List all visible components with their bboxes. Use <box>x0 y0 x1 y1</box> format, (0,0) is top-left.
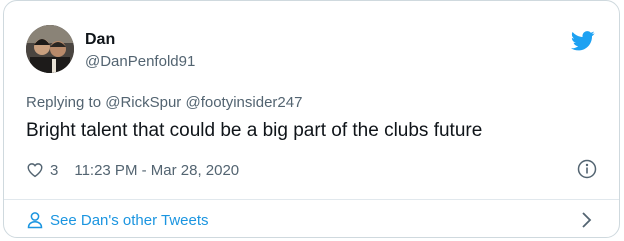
divider <box>4 199 619 200</box>
tweet-timestamp[interactable]: 11:23 PM - Mar 28, 2020 <box>74 162 239 179</box>
heart-icon[interactable] <box>26 161 44 179</box>
see-other-tweets-label[interactable]: See Dan's other Tweets <box>50 212 209 229</box>
author-handle[interactable]: @DanPenfold91 <box>85 53 195 71</box>
reply-prefix: Replying to <box>26 94 106 111</box>
twitter-bird-icon[interactable] <box>571 31 595 51</box>
see-other-tweets-link[interactable]: See Dan's other Tweets <box>26 210 209 230</box>
reply-context: Replying to @RickSpur @footyinsider247 <box>26 94 302 112</box>
chevron-right-icon[interactable] <box>581 211 593 229</box>
reply-mention[interactable]: @RickSpur <box>105 94 181 111</box>
tweet-text: Bright talent that could be a big part o… <box>26 120 483 141</box>
reply-mention[interactable]: @footyinsider247 <box>185 94 302 111</box>
avatar-photo <box>26 25 74 73</box>
tweet-meta: 3 11:23 PM - Mar 28, 2020 <box>26 160 239 180</box>
info-icon[interactable] <box>577 159 597 179</box>
embedded-tweet-card[interactable]: Dan @DanPenfold91 Replying to @RickSpur … <box>3 0 620 238</box>
avatar[interactable] <box>26 25 74 73</box>
author-name[interactable]: Dan <box>85 31 115 49</box>
like-count[interactable]: 3 <box>50 162 58 179</box>
person-icon <box>27 212 43 229</box>
